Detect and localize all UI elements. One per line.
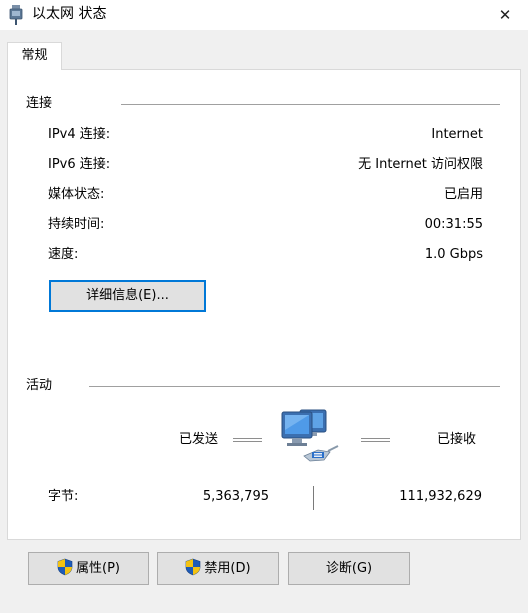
details-button[interactable]: 详细信息(E)... — [49, 280, 206, 312]
media-state-label: 媒体状态: — [48, 187, 105, 202]
connection-group-divider — [121, 104, 500, 105]
network-computers-icon — [281, 409, 339, 462]
sent-dash — [233, 438, 262, 442]
ipv6-label: IPv6 连接: — [48, 157, 111, 172]
duration-label: 持续时间: — [48, 217, 105, 232]
bytes-divider — [313, 486, 314, 510]
duration-value: 00:31:55 — [424, 217, 483, 232]
connection-group-label: 连接 — [26, 96, 57, 112]
uac-shield-icon — [186, 558, 201, 576]
close-button[interactable]: ✕ — [482, 0, 528, 30]
tab-general[interactable]: 常规 — [7, 42, 62, 70]
tab-strip — [0, 30, 528, 70]
diagnose-button[interactable]: 诊断(G) — [288, 552, 410, 585]
diagnose-button-label: 诊断(G) — [325, 561, 373, 576]
ipv6-value: 无 Internet 访问权限 — [358, 157, 483, 172]
sent-label: 已发送 — [179, 432, 219, 447]
ipv4-value: Internet — [431, 127, 483, 142]
speed-label: 速度: — [48, 247, 79, 262]
received-label: 已接收 — [437, 432, 477, 447]
window-title: 以太网 状态 — [32, 6, 107, 22]
bytes-label: 字节: — [48, 489, 79, 504]
received-dash — [361, 438, 390, 442]
title-bar: 以太网 状态 ✕ — [0, 0, 528, 30]
bytes-sent-value: 5,363,795 — [202, 489, 269, 504]
media-state-value: 已启用 — [443, 187, 483, 202]
activity-group-label: 活动 — [26, 378, 57, 394]
speed-value: 1.0 Gbps — [424, 247, 483, 262]
activity-group-divider — [89, 386, 500, 387]
disable-button-label: 禁用(D) — [204, 561, 251, 576]
bytes-received-value: 111,932,629 — [399, 489, 482, 504]
properties-button[interactable]: 属性(P) — [28, 552, 149, 585]
ethernet-icon — [9, 5, 23, 25]
disable-button[interactable]: 禁用(D) — [157, 552, 279, 585]
uac-shield-icon — [57, 558, 73, 576]
ipv4-label: IPv4 连接: — [48, 127, 111, 142]
properties-button-label: 属性(P) — [76, 561, 120, 576]
